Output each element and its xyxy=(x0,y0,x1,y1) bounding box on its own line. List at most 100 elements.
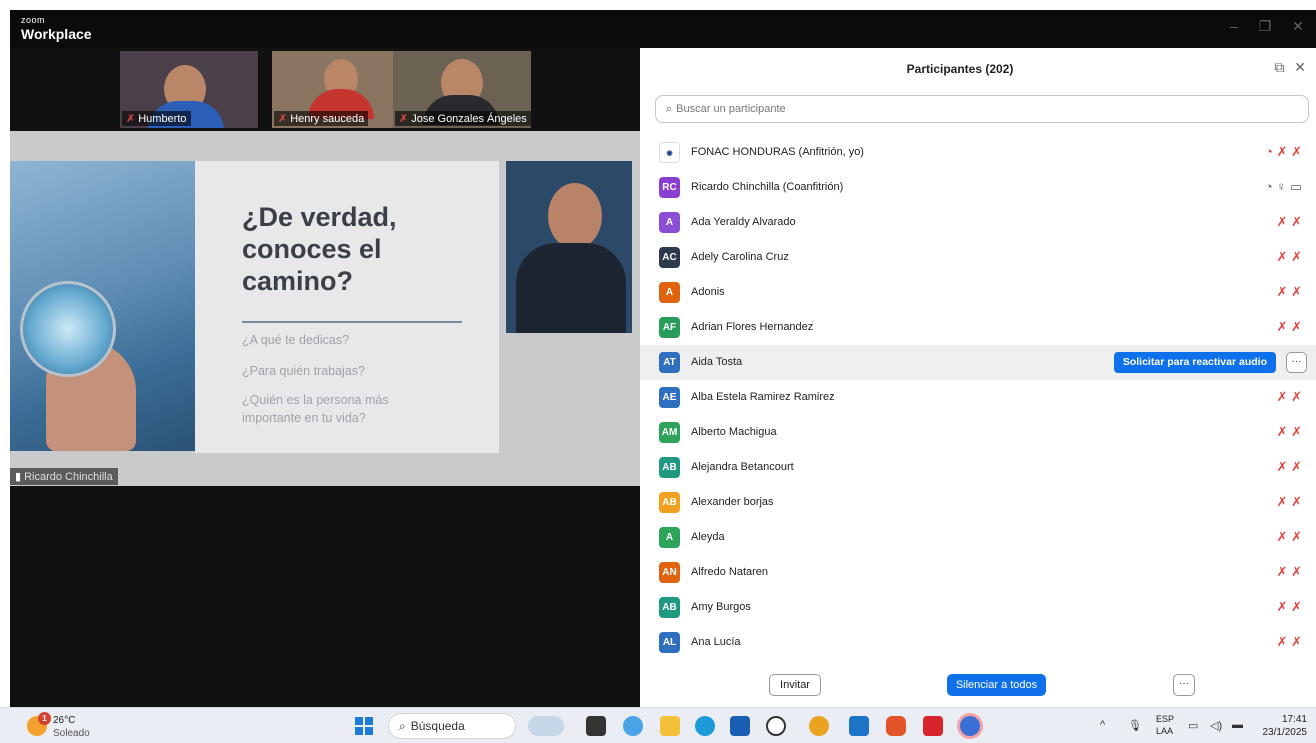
avatar: AB xyxy=(659,492,680,513)
file-explorer-icon[interactable] xyxy=(660,716,680,736)
slide-question: ¿Para quién trabajas? xyxy=(242,364,365,378)
participant-row[interactable]: A Ada Yeraldy Alvarado ✗ ✗ xyxy=(640,205,1316,240)
search-icon: ⌕ xyxy=(399,719,406,733)
muted-mic-video-off-icons: ✗ ✗ xyxy=(1276,214,1302,229)
microphone-icon[interactable]: 🎙 xyxy=(1128,719,1142,732)
presenter-name: Ricardo Chinchilla xyxy=(24,471,113,483)
thumbnail-name: Henry sauceda xyxy=(290,113,365,125)
title-bar: zoom Workplace – ❐ ✕ xyxy=(10,10,1316,48)
brand-small: zoom xyxy=(21,15,46,25)
participant-row[interactable]: AL Ana Lucía ✗ ✗ xyxy=(640,625,1316,660)
close-panel-icon[interactable]: ✕ xyxy=(1294,59,1306,75)
screen: zoom Workplace – ❐ ✕ ✗ Humberto ✗ Henry sa… xyxy=(0,0,1316,743)
video-stage: ✗ Humberto ✗ Henry sauceda ✗ Jose Gonzales … xyxy=(10,48,640,707)
muted-mic-video-off-icons: ✗ ✗ xyxy=(1276,319,1302,334)
muted-mic-video-off-icons: ✗ ✗ xyxy=(1276,529,1302,544)
edge-icon[interactable] xyxy=(695,716,715,736)
avatar: AC xyxy=(659,247,680,268)
battery-icon[interactable]: ▬ xyxy=(1232,719,1243,731)
participant-name: Ana Lucía xyxy=(691,636,741,648)
panel-footer: Invitar Silenciar a todos ··· xyxy=(640,668,1316,707)
start-button[interactable] xyxy=(355,717,373,735)
muted-mic-icon: ✗ xyxy=(126,113,136,125)
store-icon[interactable] xyxy=(730,716,750,736)
participant-row[interactable]: AB Alexander borjas ✗ ✗ xyxy=(640,485,1316,520)
participant-row[interactable]: AM Alberto Machigua ✗ ✗ xyxy=(640,415,1316,450)
slide-title-line: conoces el xyxy=(242,234,382,264)
zoom-icon[interactable] xyxy=(960,716,980,736)
search-input[interactable]: ⌕ Buscar un participante xyxy=(655,95,1309,123)
speaker-face xyxy=(548,183,602,249)
participant-row[interactable]: AN Alfredo Nataren ✗ ✗ xyxy=(640,555,1316,590)
slide-title-line: ¿De verdad, xyxy=(242,202,397,232)
restore-icon[interactable]: ❐ xyxy=(1253,18,1277,35)
copilot-icon[interactable] xyxy=(623,716,643,736)
dell-icon[interactable] xyxy=(766,716,786,736)
participant-row[interactable]: ◉ FONAC HONDURAS (Anfitrión, yo) ◔ ✗ ✗ xyxy=(640,135,1316,170)
taskbar-search-label: Búsqueda xyxy=(410,719,465,733)
participant-name: Alexander borjas xyxy=(691,496,774,508)
app-icon[interactable] xyxy=(923,716,943,736)
participant-name: Amy Burgos xyxy=(691,601,751,613)
close-icon[interactable]: ✕ xyxy=(1286,18,1310,35)
participant-row[interactable]: AB Amy Burgos ✗ ✗ xyxy=(640,590,1316,625)
row-more-button[interactable]: ··· xyxy=(1286,352,1307,373)
mute-all-button[interactable]: Silenciar a todos xyxy=(947,674,1046,696)
search-highlight-icon[interactable] xyxy=(528,716,564,736)
video-thumbnail[interactable]: ✗ Humberto xyxy=(120,51,258,128)
request-unmute-button[interactable]: Solicitar para reactivar audio xyxy=(1113,352,1276,373)
slide-question: ¿A qué te dedicas? xyxy=(242,333,350,347)
video-thumbnail[interactable]: ✗ Jose Gonzales Ángeles xyxy=(393,51,531,128)
participant-name: Ada Yeraldy Alvarado xyxy=(691,216,796,228)
avatar: AF xyxy=(659,317,680,338)
participant-row[interactable]: A Adonis ✗ ✗ xyxy=(640,275,1316,310)
participant-name: Adrian Flores Hernandez xyxy=(691,321,814,333)
participant-row[interactable]: A Aleyda ✗ ✗ xyxy=(640,520,1316,555)
avatar: A xyxy=(659,527,680,548)
participant-name: Adely Carolina Cruz xyxy=(691,251,789,263)
participants-panel: Participantes (202) ⧉ ✕ ⌕ Buscar un parti… xyxy=(640,48,1316,707)
more-options-button[interactable]: ··· xyxy=(1173,674,1195,696)
outlook-icon[interactable] xyxy=(849,716,869,736)
avatar: AM xyxy=(659,422,680,443)
participant-name: Alfredo Nataren xyxy=(691,566,769,578)
chevron-up-icon[interactable]: ^ xyxy=(1100,719,1105,731)
speaker-video[interactable] xyxy=(506,161,632,333)
windows-logo-icon xyxy=(355,717,363,725)
clock-time[interactable]: 17:41 xyxy=(1277,714,1307,725)
participant-name: Adonis xyxy=(691,286,725,298)
chrome-icon[interactable] xyxy=(809,716,829,736)
participant-row[interactable]: AE Alba Estela Ramirez Ramirez ✗ ✗ xyxy=(640,380,1316,415)
volume-icon[interactable]: ◁) xyxy=(1210,719,1222,732)
participant-name: Ricardo Chinchilla (Coanfitrión) xyxy=(691,181,844,193)
participant-row[interactable]: AC Adely Carolina Cruz ✗ ✗ xyxy=(640,240,1316,275)
participant-row[interactable]: RC Ricardo Chinchilla (Coanfitrión) ◔ ♀ ▭ xyxy=(640,170,1316,205)
avatar: AE xyxy=(659,387,680,408)
invite-button[interactable]: Invitar xyxy=(769,674,821,696)
clock-date[interactable]: 23/1/2025 xyxy=(1257,727,1308,738)
screen-share: ¿De verdad, conoces el camino? ¿A qué te… xyxy=(10,131,640,486)
taskbar-search[interactable]: ⌕ Búsqueda xyxy=(388,713,516,739)
participant-row[interactable]: AF Adrian Flores Hernandez ✗ ✗ xyxy=(640,310,1316,345)
slide-divider xyxy=(242,321,462,323)
avatar: AB xyxy=(659,597,680,618)
participant-row[interactable]: AB Alejandra Betancourt ✗ ✗ xyxy=(640,450,1316,485)
muted-mic-video-off-icons: ✗ ✗ xyxy=(1276,494,1302,509)
task-view-icon[interactable] xyxy=(586,716,606,736)
slide-question: ¿Quién es la persona más xyxy=(242,393,389,407)
participant-name: Alberto Machigua xyxy=(691,426,777,438)
language-code[interactable]: ESP xyxy=(1156,714,1174,724)
slide-title-line: camino? xyxy=(242,266,354,296)
popout-icon[interactable]: ⧉ xyxy=(1274,59,1284,75)
keyboard-layout[interactable]: LAA xyxy=(1156,726,1173,736)
brave-icon[interactable] xyxy=(886,716,906,736)
participant-name: Alejandra Betancourt xyxy=(691,461,794,473)
speaker-body xyxy=(516,243,626,333)
minimize-icon[interactable]: – xyxy=(1222,18,1246,34)
windows-logo-icon xyxy=(365,727,373,735)
signal-icon: ▮ xyxy=(15,471,22,483)
participant-row[interactable]: AT Aida Tosta Solicitar para reactivar aud… xyxy=(640,345,1316,380)
video-thumbnail[interactable]: ✗ Henry sauceda xyxy=(272,51,410,128)
network-icon[interactable]: ▭ xyxy=(1188,719,1198,732)
thumbnail-name: Humberto xyxy=(138,113,187,125)
